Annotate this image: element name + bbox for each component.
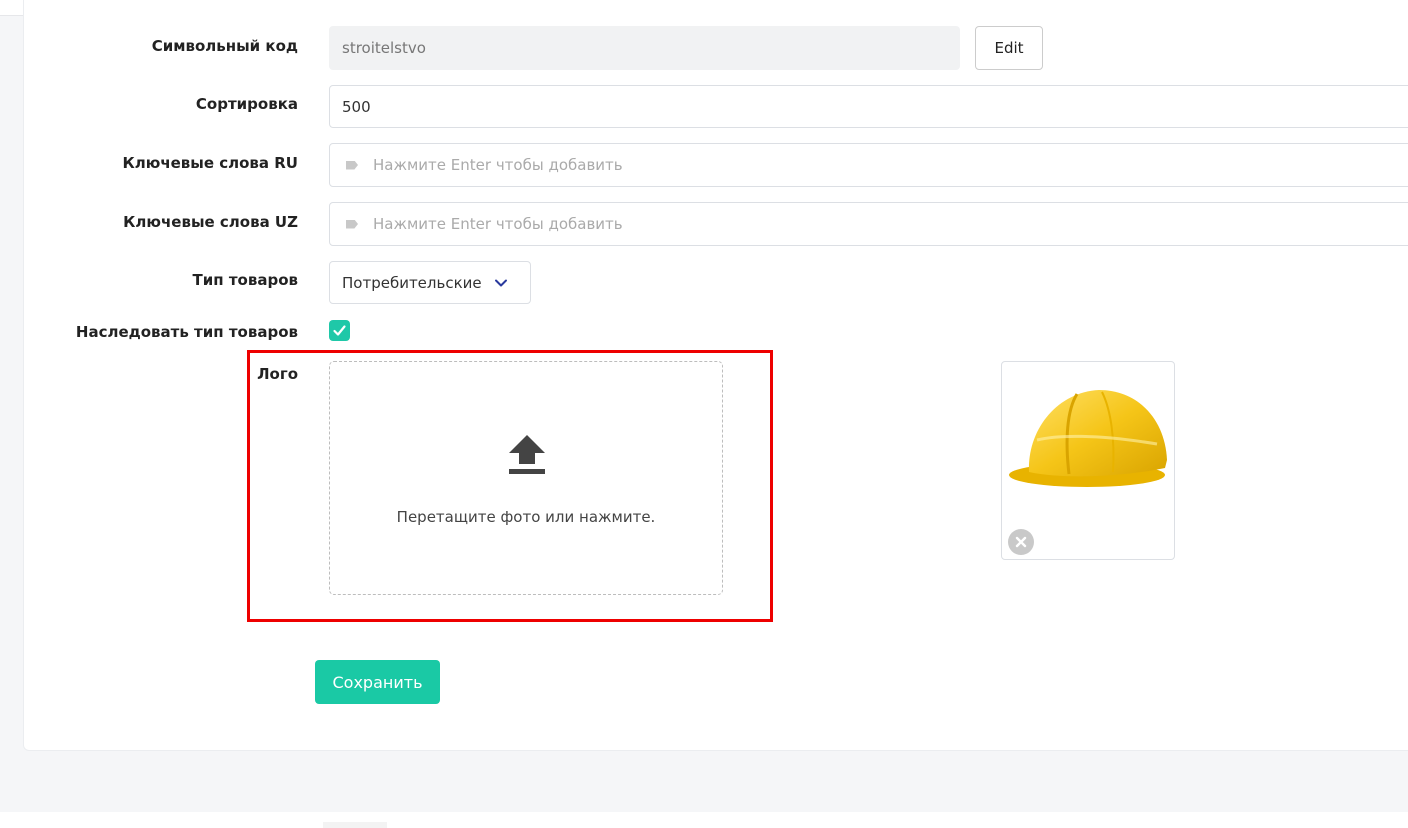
- inherit-checkbox[interactable]: [329, 320, 350, 341]
- keywords-uz-label: Ключевые слова UZ: [123, 213, 298, 231]
- logo-preview: [1001, 361, 1175, 560]
- chevron-down-icon: [494, 279, 507, 286]
- edit-code-button[interactable]: Edit: [975, 26, 1043, 70]
- dropzone-hint: Перетащите фото или нажмите.: [396, 508, 656, 526]
- remove-image-button[interactable]: [1008, 529, 1034, 555]
- logo-dropzone[interactable]: Перетащите фото или нажмите.: [329, 361, 723, 595]
- logo-label: Лого: [257, 365, 298, 383]
- footer-tab: [323, 822, 387, 828]
- code-field: stroitelstvo: [329, 26, 960, 70]
- keywords-ru-input[interactable]: Нажмите Enter чтобы добавить: [329, 143, 1408, 187]
- code-value: stroitelstvo: [342, 39, 426, 57]
- close-icon: [1015, 536, 1027, 548]
- code-label: Символьный код: [151, 37, 298, 55]
- product-type-value: Потребительские: [342, 273, 482, 292]
- keywords-uz-placeholder: Нажмите Enter чтобы добавить: [373, 215, 623, 233]
- hard-hat-image: [1009, 390, 1167, 487]
- keywords-ru-placeholder: Нажмите Enter чтобы добавить: [373, 156, 623, 174]
- keywords-uz-input[interactable]: Нажмите Enter чтобы добавить: [329, 202, 1408, 246]
- tag-icon: [346, 160, 358, 170]
- sort-value: 500: [342, 97, 371, 116]
- save-button[interactable]: Сохранить: [315, 660, 440, 704]
- check-icon: [333, 325, 346, 336]
- upload-icon: [509, 435, 545, 474]
- product-type-label: Тип товаров: [192, 271, 298, 289]
- footer-strip: [0, 812, 1408, 828]
- sort-label: Сортировка: [195, 95, 298, 113]
- tag-icon: [346, 219, 358, 229]
- keywords-ru-label: Ключевые слова RU: [122, 154, 298, 172]
- inherit-label: Наследовать тип товаров: [75, 323, 298, 341]
- product-type-select[interactable]: Потребительские: [329, 261, 531, 304]
- sort-input[interactable]: 500: [329, 85, 1408, 128]
